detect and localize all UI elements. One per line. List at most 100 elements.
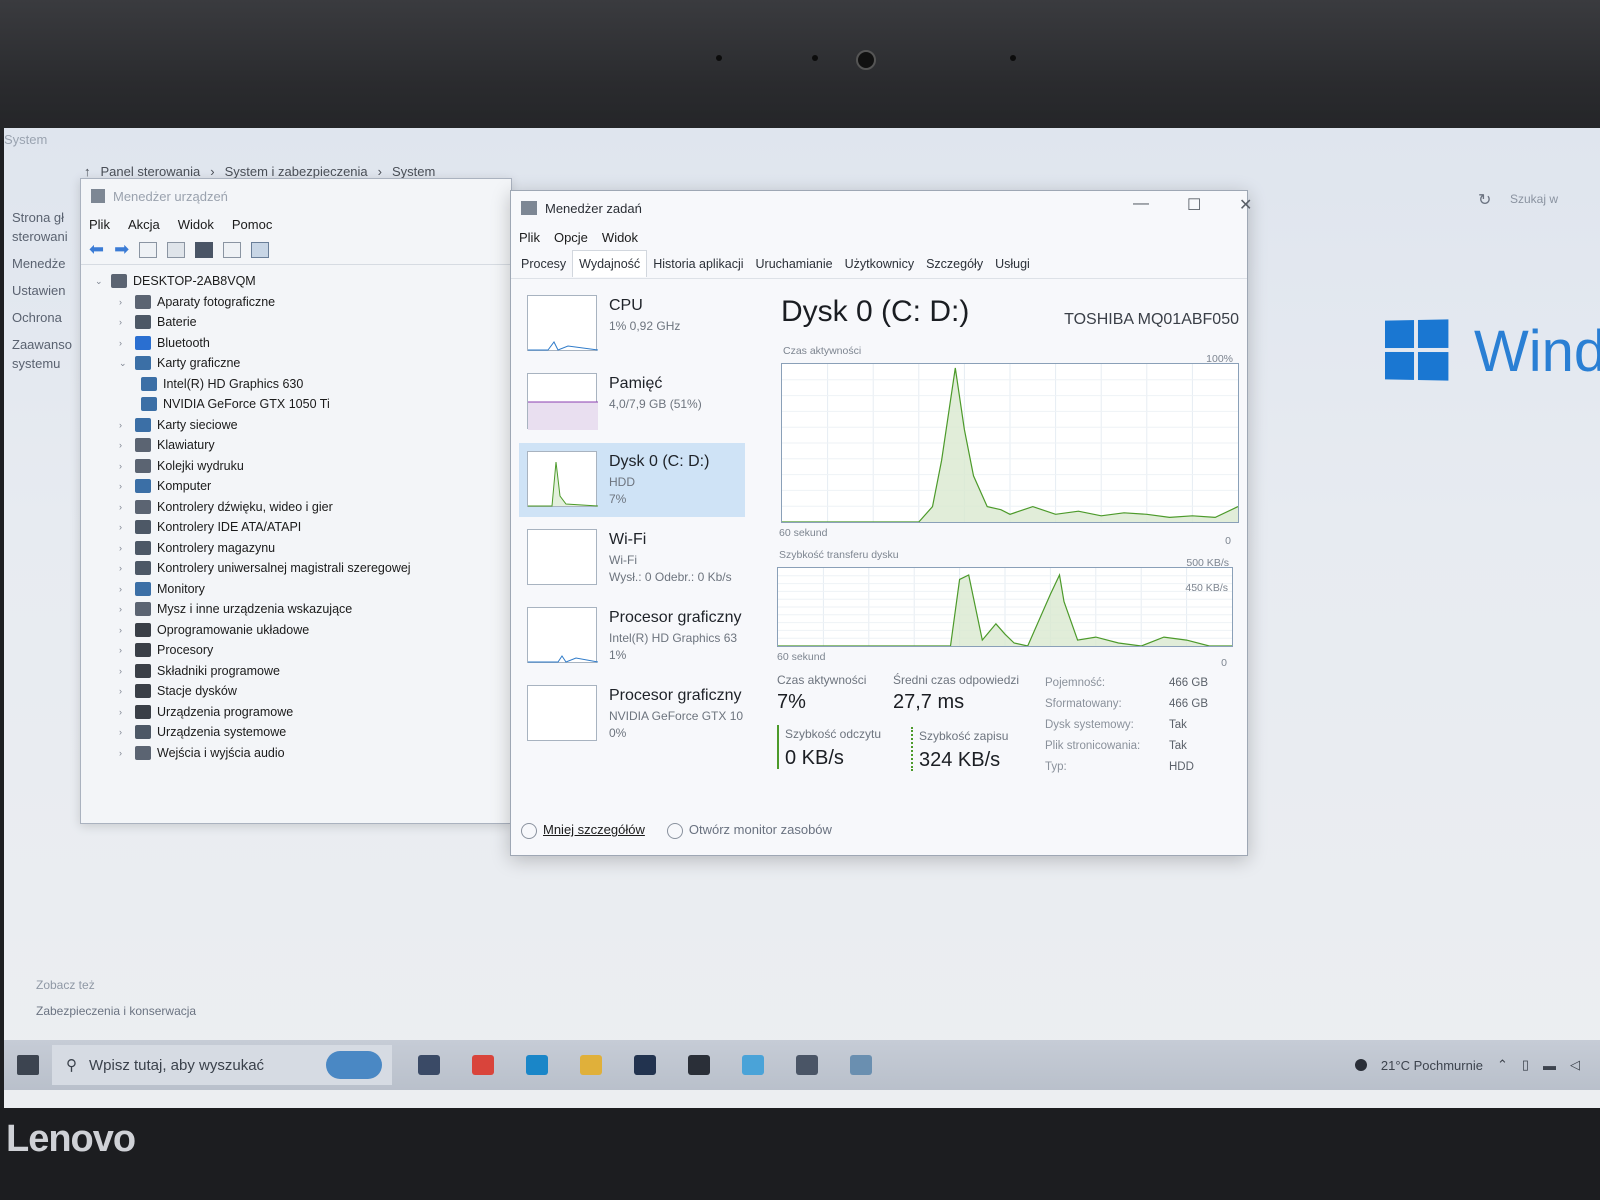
expand-arrow-icon[interactable]: ›	[119, 456, 129, 477]
tab-services[interactable]: Usługi	[989, 251, 1036, 277]
nav-link[interactable]: Zaawanso systemu	[12, 335, 76, 373]
expand-arrow-icon[interactable]: ›	[119, 538, 129, 559]
taskbar-app-device-manager[interactable]	[787, 1045, 827, 1085]
menu-help[interactable]: Pomoc	[232, 217, 272, 232]
menu-view[interactable]: Widok	[178, 217, 214, 232]
menu-options[interactable]: Opcje	[554, 230, 588, 245]
expand-arrow-icon[interactable]: ›	[119, 517, 129, 538]
device-category[interactable]: › Kontrolery magazynu	[95, 538, 511, 559]
device-category[interactable]: › Baterie	[95, 312, 511, 333]
expand-arrow-icon[interactable]: ›	[119, 722, 129, 743]
expand-arrow-icon[interactable]: ›	[119, 702, 129, 723]
expand-arrow-icon[interactable]: ›	[119, 599, 129, 620]
collapse-arrow-icon[interactable]: ⌄	[119, 353, 129, 374]
expand-arrow-icon[interactable]: ›	[119, 435, 129, 456]
expand-arrow-icon[interactable]: ›	[119, 681, 129, 702]
search-input[interactable]: Szukaj w	[1510, 192, 1558, 206]
resource-disk[interactable]: Dysk 0 (C: D:) HDD 7%	[519, 443, 745, 517]
device-category[interactable]: › Komputer	[95, 476, 511, 497]
nav-link[interactable]: Ustawien	[12, 281, 76, 300]
expand-arrow-icon[interactable]: ›	[119, 312, 129, 333]
taskbar-app-mail[interactable]	[679, 1045, 719, 1085]
device-category[interactable]: › Składniki programowe	[95, 661, 511, 682]
device-category[interactable]: › Wejścia i wyjścia audio	[95, 743, 511, 764]
collapse-arrow-icon[interactable]: ⌄	[95, 271, 105, 292]
network-icon[interactable]: ▯	[1522, 1057, 1529, 1073]
device-category[interactable]: › Kontrolery dźwięku, wideo i gier	[95, 497, 511, 518]
start-button[interactable]	[4, 1040, 52, 1090]
close-icon[interactable]: ✕	[1239, 195, 1252, 215]
back-arrow-icon[interactable]: ⬅	[89, 239, 104, 260]
tab-performance[interactable]: Wydajność	[572, 250, 648, 277]
resource-memory[interactable]: Pamięć 4,0/7,9 GB (51%)	[519, 365, 745, 439]
up-arrow-icon[interactable]: ↑	[84, 164, 91, 179]
taskbar-app-monitor[interactable]	[733, 1045, 773, 1085]
taskbar-app-task-view[interactable]	[409, 1045, 449, 1085]
expand-arrow-icon[interactable]: ›	[119, 640, 129, 661]
device-category[interactable]: › Oprogramowanie układowe	[95, 620, 511, 641]
weather-text[interactable]: 21°C Pochmurnie	[1381, 1058, 1483, 1073]
sheet-icon[interactable]	[167, 241, 186, 258]
device-category[interactable]: › Kontrolery IDE ATA/ATAPI	[95, 517, 511, 538]
menu-file[interactable]: Plik	[519, 230, 540, 245]
expand-arrow-icon[interactable]: ›	[119, 415, 129, 436]
view-icon[interactable]	[223, 241, 242, 258]
breadcrumb-item[interactable]: Panel sterowania	[101, 164, 201, 179]
security-maintenance-link[interactable]: Zabezpieczenia i konserwacja	[36, 1004, 196, 1018]
device-category[interactable]: ⌄ Karty graficzne	[95, 353, 511, 374]
tab-startup[interactable]: Uruchamianie	[750, 251, 839, 277]
taskbar-app-file-explorer[interactable]	[571, 1045, 611, 1085]
device-category[interactable]: › Urządzenia systemowe	[95, 722, 511, 743]
expand-arrow-icon[interactable]: ›	[119, 579, 129, 600]
taskbar-app-task-manager[interactable]	[841, 1045, 881, 1085]
resource-gpu-intel[interactable]: Procesor graficzny Intel(R) HD Graphics …	[519, 599, 745, 673]
resource-gpu-nvidia[interactable]: Procesor graficzny NVIDIA GeForce GTX 10…	[519, 677, 745, 751]
tab-processes[interactable]: Procesy	[515, 251, 572, 277]
device-category[interactable]: › Mysz i inne urządzenia wskazujące	[95, 599, 511, 620]
device-category[interactable]: › Kolejki wydruku	[95, 456, 511, 477]
nav-link[interactable]: Strona gł sterowani	[12, 208, 76, 246]
minimize-icon[interactable]: —	[1133, 195, 1149, 213]
resource-cpu[interactable]: CPU 1% 0,92 GHz	[519, 287, 745, 361]
expand-arrow-icon[interactable]: ›	[119, 476, 129, 497]
device-category[interactable]: › Bluetooth	[95, 333, 511, 354]
nav-link[interactable]: Menedże	[12, 254, 76, 273]
device-category[interactable]: › Urządzenia programowe	[95, 702, 511, 723]
expand-arrow-icon[interactable]: ›	[119, 743, 129, 764]
taskbar-app-chrome[interactable]	[463, 1045, 503, 1085]
refresh-icon[interactable]: ↻	[1478, 190, 1491, 210]
breadcrumb-item[interactable]: System	[392, 164, 435, 179]
expand-arrow-icon[interactable]: ›	[119, 497, 129, 518]
device-category[interactable]: › Klawiatury	[95, 435, 511, 456]
battery-icon[interactable]: ▬	[1543, 1058, 1556, 1073]
menu-file[interactable]: Plik	[89, 217, 110, 232]
device-category[interactable]: › Kontrolery uniwersalnej magistrali szer…	[95, 558, 511, 579]
resource-monitor-link[interactable]: Otwórz monitor zasobów	[666, 822, 832, 839]
tree-root[interactable]: ⌄ DESKTOP-2AB8VQM	[95, 271, 511, 292]
device-category[interactable]: › Aparaty fotograficzne	[95, 292, 511, 313]
tab-details[interactable]: Szczegóły	[920, 251, 989, 277]
device-category[interactable]: › Monitory	[95, 579, 511, 600]
forward-arrow-icon[interactable]: ➡	[114, 239, 129, 260]
device-category[interactable]: › Stacje dysków	[95, 681, 511, 702]
device-category[interactable]: › Karty sieciowe	[95, 415, 511, 436]
expand-arrow-icon[interactable]: ›	[119, 333, 129, 354]
expand-arrow-icon[interactable]: ›	[119, 558, 129, 579]
tab-app-history[interactable]: Historia aplikacji	[647, 251, 749, 277]
breadcrumb-item[interactable]: System i zabezpieczenia	[225, 164, 368, 179]
maximize-icon[interactable]: ☐	[1187, 195, 1201, 215]
expand-arrow-icon[interactable]: ›	[119, 620, 129, 641]
menu-view[interactable]: Widok	[602, 230, 638, 245]
expand-arrow-icon[interactable]: ›	[119, 292, 129, 313]
tab-users[interactable]: Użytkownicy	[839, 251, 920, 277]
volume-icon[interactable]: ◁	[1570, 1057, 1580, 1073]
taskbar-search[interactable]: ⚲ Wpisz tutaj, aby wyszukać	[52, 1045, 392, 1085]
device-item[interactable]: NVIDIA GeForce GTX 1050 Ti	[95, 394, 511, 415]
monitor-icon[interactable]	[251, 241, 270, 258]
fewer-details-button[interactable]: Mniej szczegółów	[521, 822, 645, 839]
taskbar-app-edge[interactable]	[517, 1045, 557, 1085]
resource-wifi[interactable]: Wi-Fi Wi-Fi Wysł.: 0 Odebr.: 0 Kb/s	[519, 521, 745, 595]
chevron-up-icon[interactable]: ⌃	[1497, 1057, 1508, 1073]
device-item[interactable]: Intel(R) HD Graphics 630	[95, 374, 511, 395]
menu-action[interactable]: Akcja	[128, 217, 160, 232]
